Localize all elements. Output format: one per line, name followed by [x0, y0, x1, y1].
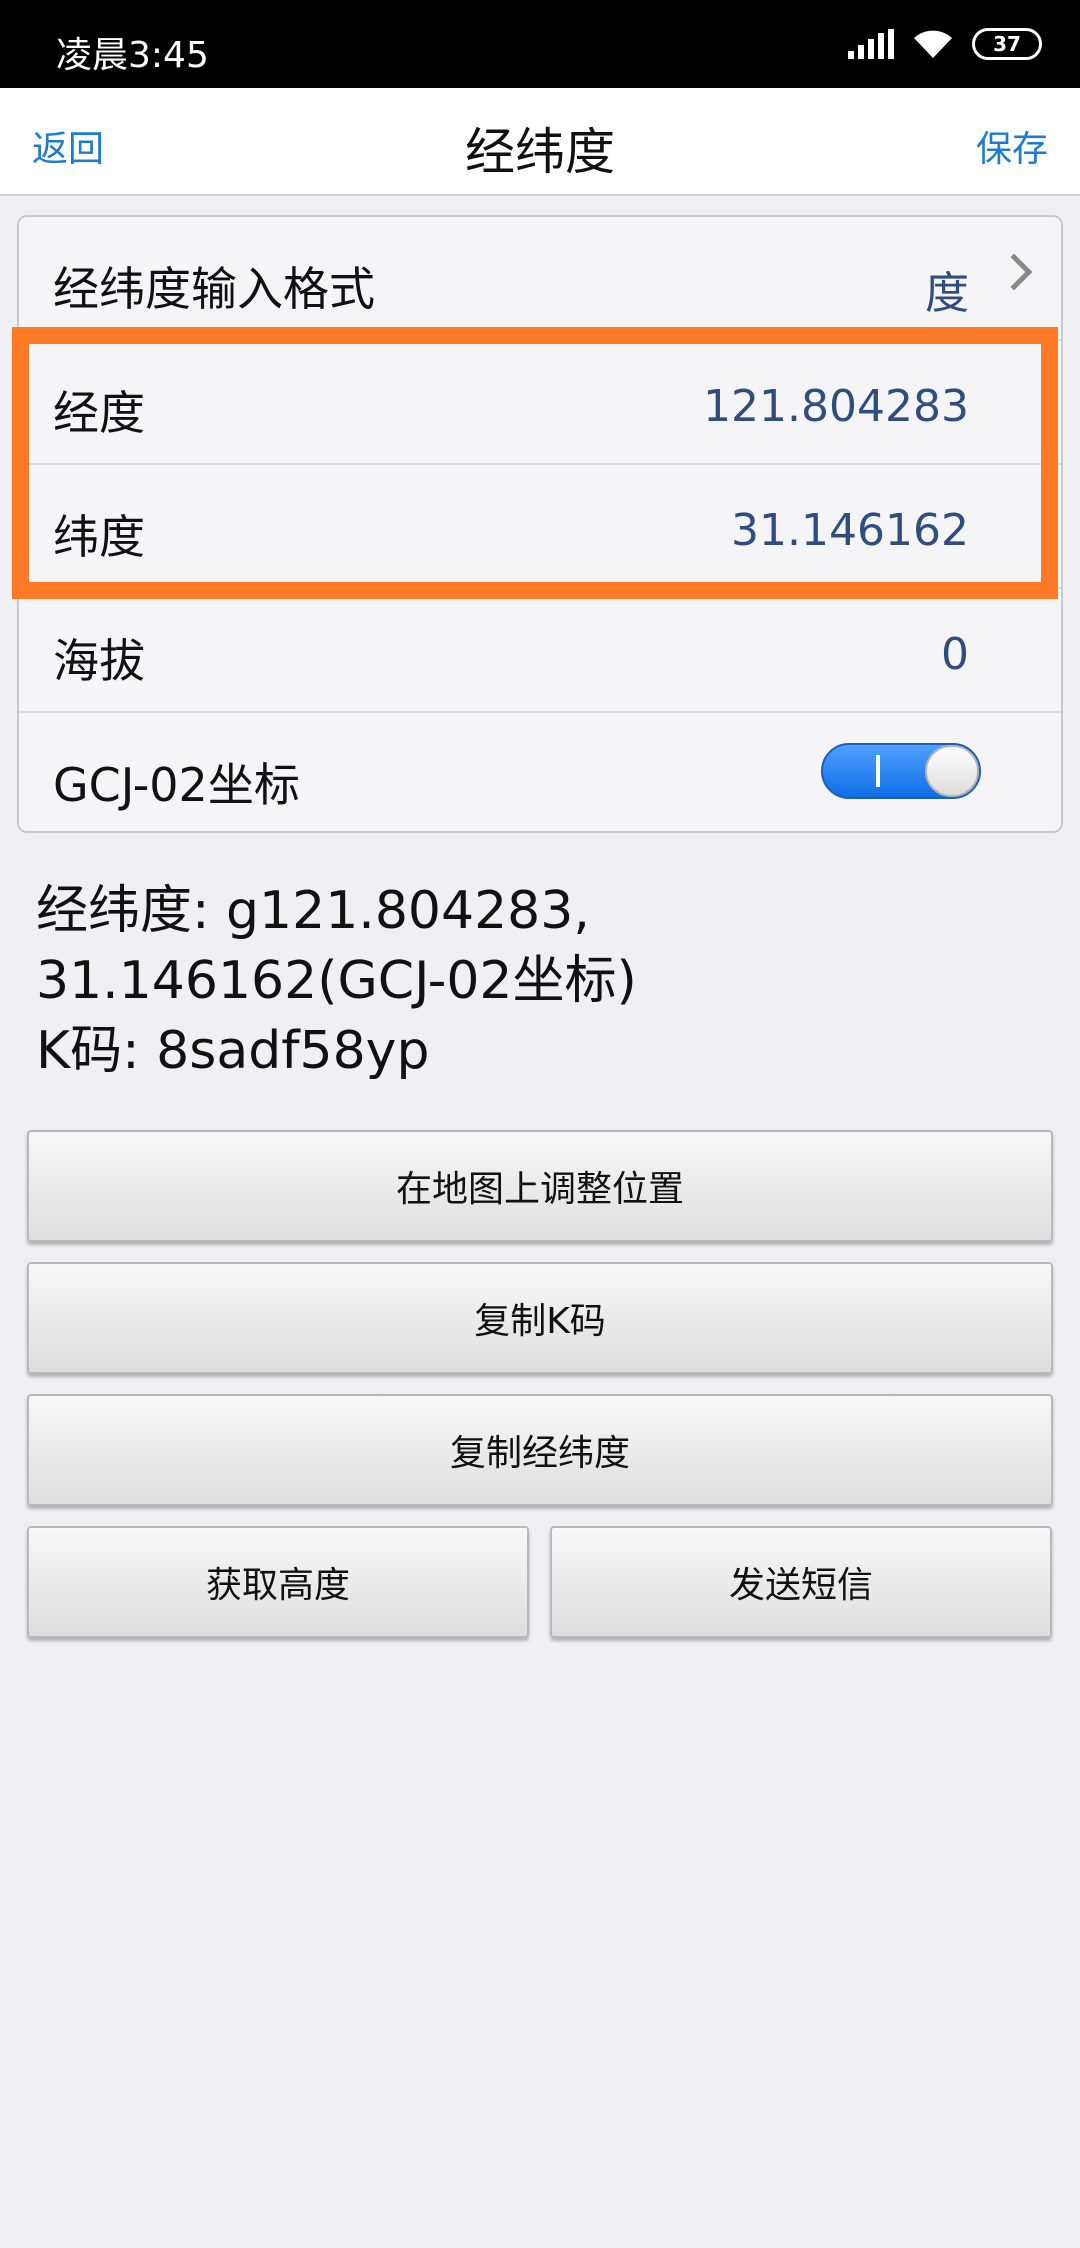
adjust-on-map-button[interactable]: 在地图上调整位置: [27, 1130, 1053, 1242]
altitude-row[interactable]: 海拔 0: [19, 589, 1061, 713]
battery-level: 37: [993, 32, 1021, 56]
format-value: 度: [925, 268, 969, 319]
nav-bar: 返回 经纬度 保存: [0, 88, 1080, 196]
copy-k-code-button[interactable]: 复制K码: [27, 1262, 1053, 1374]
summary-latlng-cont: 31.146162(GCJ-02坐标): [36, 951, 637, 1011]
page-title: 经纬度: [465, 123, 615, 181]
get-altitude-button[interactable]: 获取高度: [27, 1526, 529, 1638]
coordinate-summary: 经纬度: g121.804283, 31.146162(GCJ-02坐标) K码…: [36, 876, 1046, 1086]
format-row[interactable]: 经纬度输入格式 度: [19, 217, 1061, 341]
send-sms-button[interactable]: 发送短信: [550, 1526, 1052, 1638]
signal-icon: [848, 29, 894, 59]
highlight-frame: [12, 327, 1058, 599]
gcj-label: GCJ-02坐标: [53, 758, 300, 812]
status-bar: 凌晨3:45 37: [0, 0, 1080, 88]
format-label: 经纬度输入格式: [53, 262, 375, 316]
altitude-value[interactable]: 0: [941, 629, 969, 680]
save-button[interactable]: 保存: [976, 120, 1048, 172]
gcj-toggle[interactable]: [821, 743, 981, 799]
wifi-icon: [914, 30, 952, 58]
status-icons: 37: [848, 26, 1042, 62]
battery-icon: 37: [972, 28, 1042, 60]
gcj-row: GCJ-02坐标: [19, 713, 1061, 837]
toggle-on-mark: [876, 755, 880, 787]
summary-latlng: 经纬度: g121.804283,: [36, 881, 590, 941]
copy-latlng-button[interactable]: 复制经纬度: [27, 1394, 1053, 1506]
status-time: 凌晨3:45: [56, 35, 209, 76]
summary-k-code: K码: 8sadf58yp: [36, 1021, 430, 1081]
altitude-label: 海拔: [53, 634, 145, 688]
chevron-right-icon: [995, 253, 1033, 291]
toggle-knob: [925, 745, 979, 797]
